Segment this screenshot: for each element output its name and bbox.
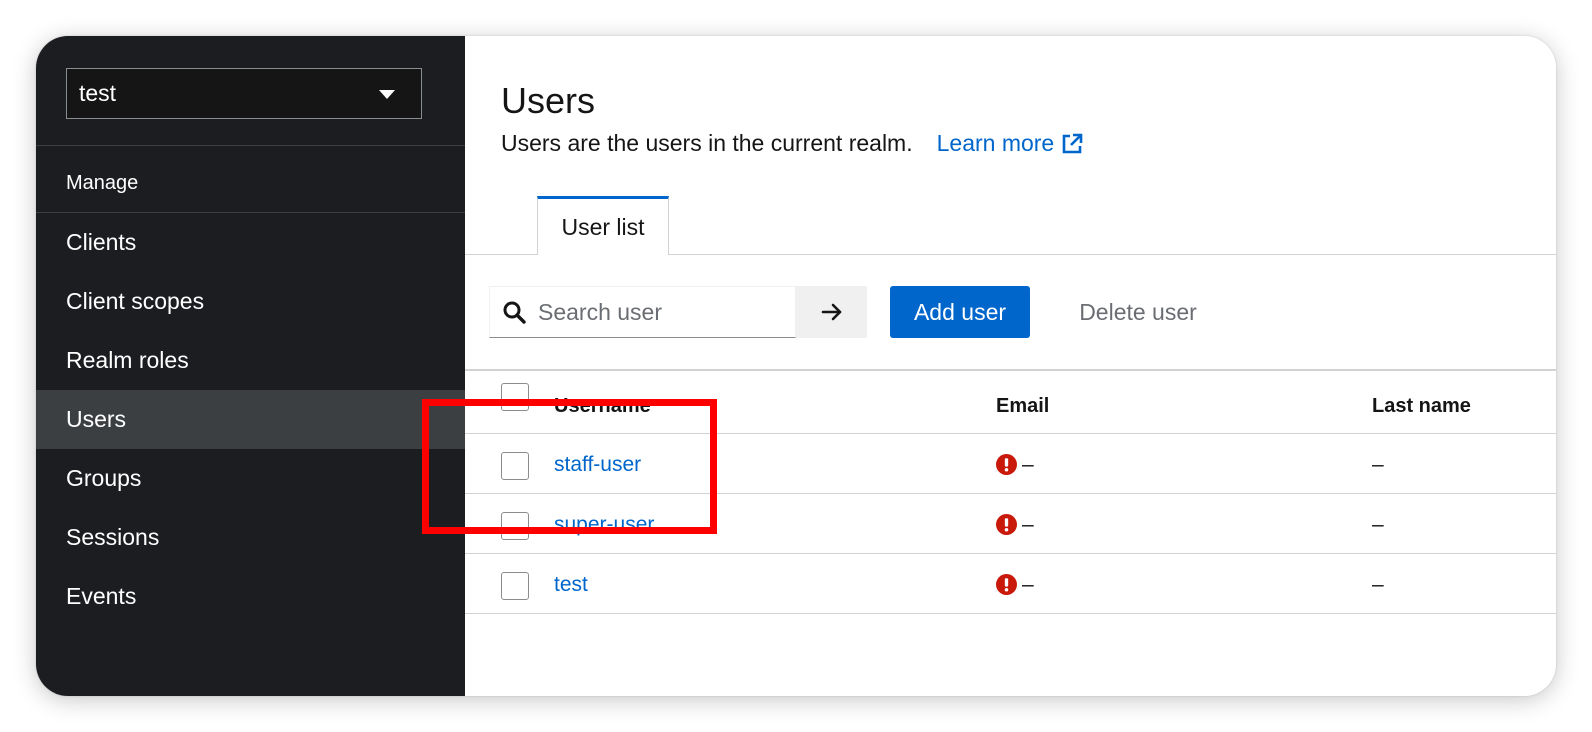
page-title: Users — [501, 80, 596, 121]
arrow-right-icon — [821, 303, 841, 321]
main-content: Users Users are the users in the current… — [465, 36, 1556, 696]
sidebar-item-label: Clients — [66, 229, 137, 255]
sidebar: test Manage Clients Client scopes Realm … — [36, 36, 465, 696]
email-value: – — [1022, 513, 1034, 536]
column-header-username: Username — [554, 395, 651, 417]
page-description: Users are the users in the current realm… — [501, 130, 1084, 157]
sidebar-item-label: Users — [66, 406, 127, 432]
search-box — [489, 286, 796, 338]
sidebar-item-sessions[interactable]: Sessions — [36, 508, 465, 567]
exclamation-circle-icon — [996, 514, 1017, 535]
sidebar-section-manage: Manage — [66, 172, 139, 194]
column-header-last-name: Last name — [1372, 395, 1471, 417]
row-checkbox[interactable] — [501, 452, 529, 480]
row-divider — [465, 553, 1556, 554]
sidebar-item-label: Sessions — [66, 524, 160, 550]
exclamation-circle-icon — [996, 574, 1017, 595]
last-name-value: – — [1372, 513, 1384, 536]
last-name-value: – — [1372, 573, 1384, 596]
username-link[interactable]: staff-user — [554, 453, 641, 477]
caret-down-icon — [379, 90, 395, 99]
sidebar-item-groups[interactable]: Groups — [36, 449, 465, 508]
realm-selector-value: test — [79, 80, 117, 106]
select-all-checkbox[interactable] — [501, 383, 529, 411]
delete-user-button[interactable]: Delete user — [1055, 286, 1221, 338]
sidebar-item-label: Groups — [66, 465, 142, 491]
last-name-value: – — [1372, 453, 1384, 476]
sidebar-item-label: Client scopes — [66, 288, 205, 314]
column-header-email: Email — [996, 395, 1050, 417]
email-value: – — [1022, 453, 1034, 476]
row-checkbox[interactable] — [501, 512, 529, 540]
learn-more-link[interactable]: Learn more — [937, 130, 1085, 157]
search-submit-button[interactable] — [796, 286, 867, 338]
add-user-button[interactable]: Add user — [890, 286, 1030, 338]
sidebar-item-label: Realm roles — [66, 347, 189, 373]
learn-more-label: Learn more — [936, 130, 1055, 156]
row-divider — [465, 433, 1556, 434]
sidebar-item-events[interactable]: Events — [36, 567, 465, 626]
table-top-border — [465, 369, 1556, 371]
email-value: – — [1022, 573, 1034, 596]
sidebar-item-label: Events — [66, 583, 137, 609]
sidebar-item-client-scopes[interactable]: Client scopes — [36, 272, 465, 331]
row-divider — [465, 613, 1556, 614]
sidebar-divider — [36, 145, 465, 146]
app-window: test Manage Clients Client scopes Realm … — [36, 36, 1556, 696]
realm-selector[interactable]: test — [66, 68, 422, 119]
sidebar-item-users[interactable]: Users — [36, 390, 465, 449]
tab-label: User list — [561, 213, 645, 240]
external-link-icon — [1062, 133, 1083, 153]
row-divider — [465, 493, 1556, 494]
sidebar-item-clients[interactable]: Clients — [36, 213, 465, 272]
page-description-text: Users are the users in the current realm… — [501, 130, 913, 156]
sidebar-item-realm-roles[interactable]: Realm roles — [36, 331, 465, 390]
username-link[interactable]: test — [554, 573, 588, 597]
search-icon — [502, 300, 526, 324]
username-link[interactable]: super-user — [554, 513, 654, 537]
search-input[interactable] — [536, 297, 780, 327]
exclamation-circle-icon — [996, 454, 1017, 475]
tab-user-list[interactable]: User list — [537, 196, 669, 255]
row-checkbox[interactable] — [501, 572, 529, 600]
